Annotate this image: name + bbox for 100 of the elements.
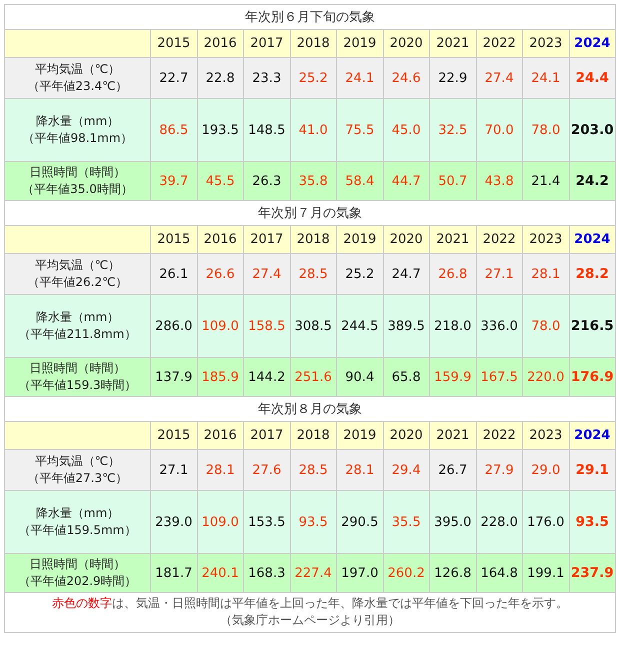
table-cell: 216.5 <box>569 294 616 358</box>
table-cell: 78.0 <box>522 294 569 358</box>
table-cell: 25.2 <box>290 58 336 98</box>
table-cell: 44.7 <box>383 162 430 200</box>
table-cell: 50.7 <box>430 162 476 200</box>
table-cell: 109.0 <box>197 490 244 554</box>
table-cell: 240.1 <box>197 554 244 592</box>
table-cell: 158.5 <box>244 294 290 358</box>
year-header: 2023 <box>522 422 569 450</box>
year-header: 2024 <box>569 30 616 58</box>
row-label: 降水量（mm） <box>34 309 120 326</box>
table-cell: 26.1 <box>150 254 197 294</box>
table-cell: 28.5 <box>290 450 336 490</box>
table-cell: 39.7 <box>150 162 197 200</box>
table-cell: 24.6 <box>383 58 430 98</box>
table-cell: 227.4 <box>290 554 336 592</box>
normal-value: （平年値35.0時間） <box>21 181 134 198</box>
table-cell: 26.3 <box>244 162 290 200</box>
normal-value: （平年値23.4℃） <box>26 78 129 95</box>
year-header: 2018 <box>290 226 336 254</box>
table-cell: 86.5 <box>150 98 197 162</box>
table-cell: 65.8 <box>383 358 430 396</box>
table-cell: 308.5 <box>290 294 336 358</box>
table-cell: 25.2 <box>336 254 383 294</box>
table-cell: 58.4 <box>336 162 383 200</box>
year-header: 2024 <box>569 226 616 254</box>
year-header: 2017 <box>244 422 290 450</box>
table-cell: 389.5 <box>383 294 430 358</box>
row-label: 降水量（mm） <box>34 505 120 522</box>
year-header: 2020 <box>383 226 430 254</box>
year-header: 2022 <box>476 30 522 58</box>
table-cell: 29.0 <box>522 450 569 490</box>
year-header: 2018 <box>290 30 336 58</box>
table-cell: 35.5 <box>383 490 430 554</box>
table-cell: 27.1 <box>150 450 197 490</box>
table-cell: 28.1 <box>336 450 383 490</box>
table-cell: 159.9 <box>430 358 476 396</box>
table-title: 年次別７月の気象 <box>4 200 616 226</box>
source-note: （気象庁ホームページより引用） <box>219 612 401 629</box>
table-cell: 26.6 <box>197 254 244 294</box>
table-cell: 199.1 <box>522 554 569 592</box>
table-cell: 395.0 <box>430 490 476 554</box>
table-cell: 218.0 <box>430 294 476 358</box>
table-cell: 29.4 <box>383 450 430 490</box>
table-cell: 239.0 <box>150 490 197 554</box>
table-cell: 78.0 <box>522 98 569 162</box>
year-header: 2023 <box>522 30 569 58</box>
normal-value: （平年値26.2℃） <box>26 274 129 291</box>
table-cell: 164.8 <box>476 554 522 592</box>
year-header: 2023 <box>522 226 569 254</box>
table-cell: 28.1 <box>197 450 244 490</box>
table-cell: 28.2 <box>569 254 616 294</box>
table-cell: 237.9 <box>569 554 616 592</box>
table-cell: 181.7 <box>150 554 197 592</box>
table-cell: 176.0 <box>522 490 569 554</box>
table-cell: 286.0 <box>150 294 197 358</box>
year-header: 2015 <box>150 30 197 58</box>
table-cell: 168.3 <box>244 554 290 592</box>
table-cell: 27.1 <box>476 254 522 294</box>
table-cell: 109.0 <box>197 294 244 358</box>
table-cell: 144.2 <box>244 358 290 396</box>
year-header: 2016 <box>197 30 244 58</box>
table-cell: 24.4 <box>569 58 616 98</box>
table-cell: 35.8 <box>290 162 336 200</box>
table-cell: 75.5 <box>336 98 383 162</box>
row-label: 平均気温（℃） <box>34 257 122 274</box>
table-cell: 45.0 <box>383 98 430 162</box>
year-header: 2019 <box>336 226 383 254</box>
table-cell: 24.1 <box>522 58 569 98</box>
row-label: 降水量（mm） <box>34 113 120 130</box>
table-cell: 24.2 <box>569 162 616 200</box>
year-header: 2021 <box>430 30 476 58</box>
table-cell: 32.5 <box>430 98 476 162</box>
table-cell: 45.5 <box>197 162 244 200</box>
table-cell: 148.5 <box>244 98 290 162</box>
table-cell: 93.5 <box>290 490 336 554</box>
table-cell: 336.0 <box>476 294 522 358</box>
normal-value: （平年値27.3℃） <box>26 470 129 487</box>
table-cell: 43.8 <box>476 162 522 200</box>
table-cell: 70.0 <box>476 98 522 162</box>
table-cell: 193.5 <box>197 98 244 162</box>
year-header: 2019 <box>336 422 383 450</box>
table-cell: 137.9 <box>150 358 197 396</box>
table-title: 年次別６月下旬の気象 <box>4 4 616 30</box>
table-cell: 197.0 <box>336 554 383 592</box>
table-cell: 28.1 <box>522 254 569 294</box>
table-cell: 27.9 <box>476 450 522 490</box>
year-header: 2020 <box>383 30 430 58</box>
row-label: 平均気温（℃） <box>34 61 122 78</box>
table-cell: 24.1 <box>336 58 383 98</box>
table-cell: 185.9 <box>197 358 244 396</box>
table-cell: 220.0 <box>522 358 569 396</box>
table-cell: 24.7 <box>383 254 430 294</box>
year-header: 2022 <box>476 422 522 450</box>
year-header: 2018 <box>290 422 336 450</box>
year-header: 2017 <box>244 226 290 254</box>
table-cell: 26.8 <box>430 254 476 294</box>
table-cell: 22.7 <box>150 58 197 98</box>
normal-value: （平年値159.5mm） <box>18 522 138 539</box>
table-cell: 90.4 <box>336 358 383 396</box>
